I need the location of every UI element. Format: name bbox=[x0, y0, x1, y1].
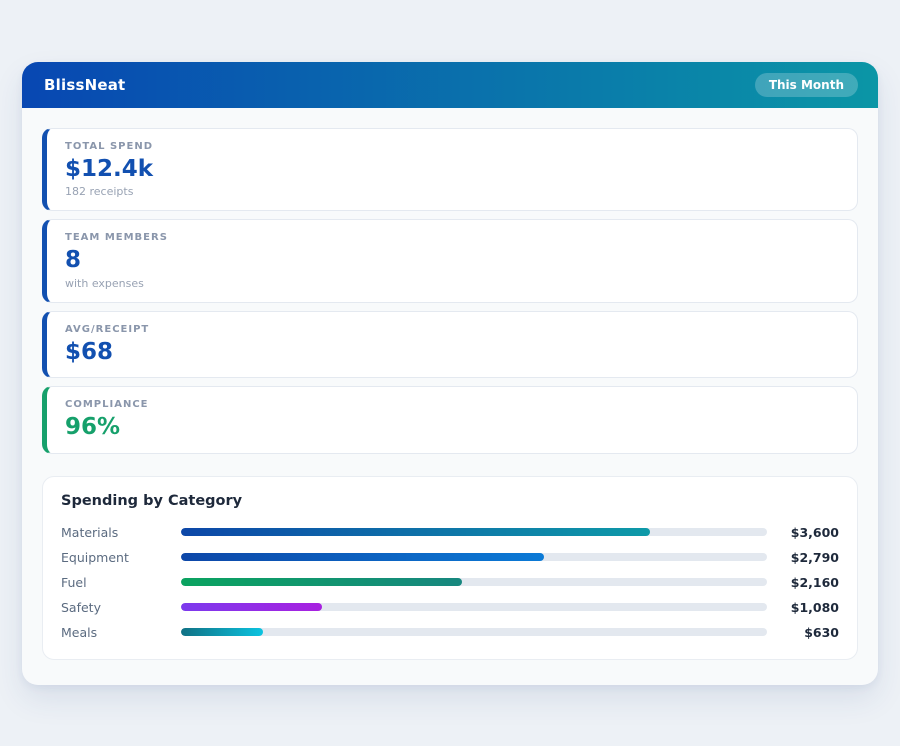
bar-label: Materials bbox=[61, 524, 119, 540]
bar-value: $3,600 bbox=[790, 524, 839, 540]
stat-value: 8 bbox=[65, 247, 82, 274]
bar-value: $2,790 bbox=[790, 549, 839, 565]
period-badge[interactable]: This Month bbox=[754, 73, 858, 97]
app-header: BlissNeat This Month bbox=[22, 62, 878, 108]
bar-label: Fuel bbox=[61, 574, 87, 590]
stat-label: TEAM MEMBERS bbox=[65, 232, 168, 244]
app-title: BlissNeat bbox=[44, 76, 126, 94]
bar-track bbox=[181, 528, 767, 537]
bar-fill bbox=[181, 628, 264, 637]
stat-label: AVG/RECEIPT bbox=[65, 323, 150, 335]
bar-track bbox=[181, 628, 767, 637]
stat-card-compliance: COMPLIANCE 96% bbox=[42, 386, 858, 454]
bar-row-safety: Safety $1,080 bbox=[61, 595, 839, 620]
bar-label: Meals bbox=[61, 624, 98, 640]
bar-value: $630 bbox=[804, 624, 839, 640]
bar-fill bbox=[181, 578, 463, 587]
bar-fill bbox=[181, 528, 650, 537]
bar-row-meals: Meals $630 bbox=[61, 620, 839, 645]
spending-card-title: Spending by Category bbox=[61, 492, 243, 509]
stat-card-avg-receipt: AVG/RECEIPT $68 bbox=[42, 310, 858, 379]
bar-row-fuel: Fuel $2,160 bbox=[61, 570, 839, 595]
stat-label: COMPLIANCE bbox=[65, 399, 149, 411]
stat-card-team-members: TEAM MEMBERS 8 with expenses bbox=[42, 219, 858, 303]
stat-subtext: 182 receipts bbox=[65, 185, 134, 199]
stat-value: $12.4k bbox=[65, 156, 154, 182]
dashboard-card: BlissNeat This Month TOTAL SPEND $12.4k … bbox=[22, 62, 878, 685]
bar-track bbox=[181, 603, 767, 612]
bar-value: $1,080 bbox=[790, 599, 839, 615]
spending-by-category-card: Spending by Category Materials $3,600 Eq… bbox=[42, 475, 858, 660]
bar-row-materials: Materials $3,600 bbox=[61, 520, 839, 545]
stat-card-total-spend: TOTAL SPEND $12.4k 182 receipts bbox=[42, 128, 858, 212]
bar-fill bbox=[181, 553, 545, 562]
stat-value: $68 bbox=[65, 338, 114, 365]
bar-label: Equipment bbox=[61, 549, 129, 565]
stat-label: TOTAL SPEND bbox=[65, 141, 153, 152]
bar-track bbox=[181, 578, 767, 587]
bar-row-equipment: Equipment $2,790 bbox=[61, 545, 839, 570]
bar-value: $2,160 bbox=[790, 574, 839, 590]
bar-fill bbox=[181, 603, 322, 612]
bar-track bbox=[181, 553, 767, 562]
stat-subtext: with expenses bbox=[65, 276, 144, 290]
bar-label: Safety bbox=[61, 599, 101, 615]
page-background: BlissNeat This Month TOTAL SPEND $12.4k … bbox=[0, 0, 900, 746]
dashboard-content: TOTAL SPEND $12.4k 182 receipts TEAM MEM… bbox=[22, 108, 878, 680]
stat-value: 96% bbox=[65, 414, 121, 441]
